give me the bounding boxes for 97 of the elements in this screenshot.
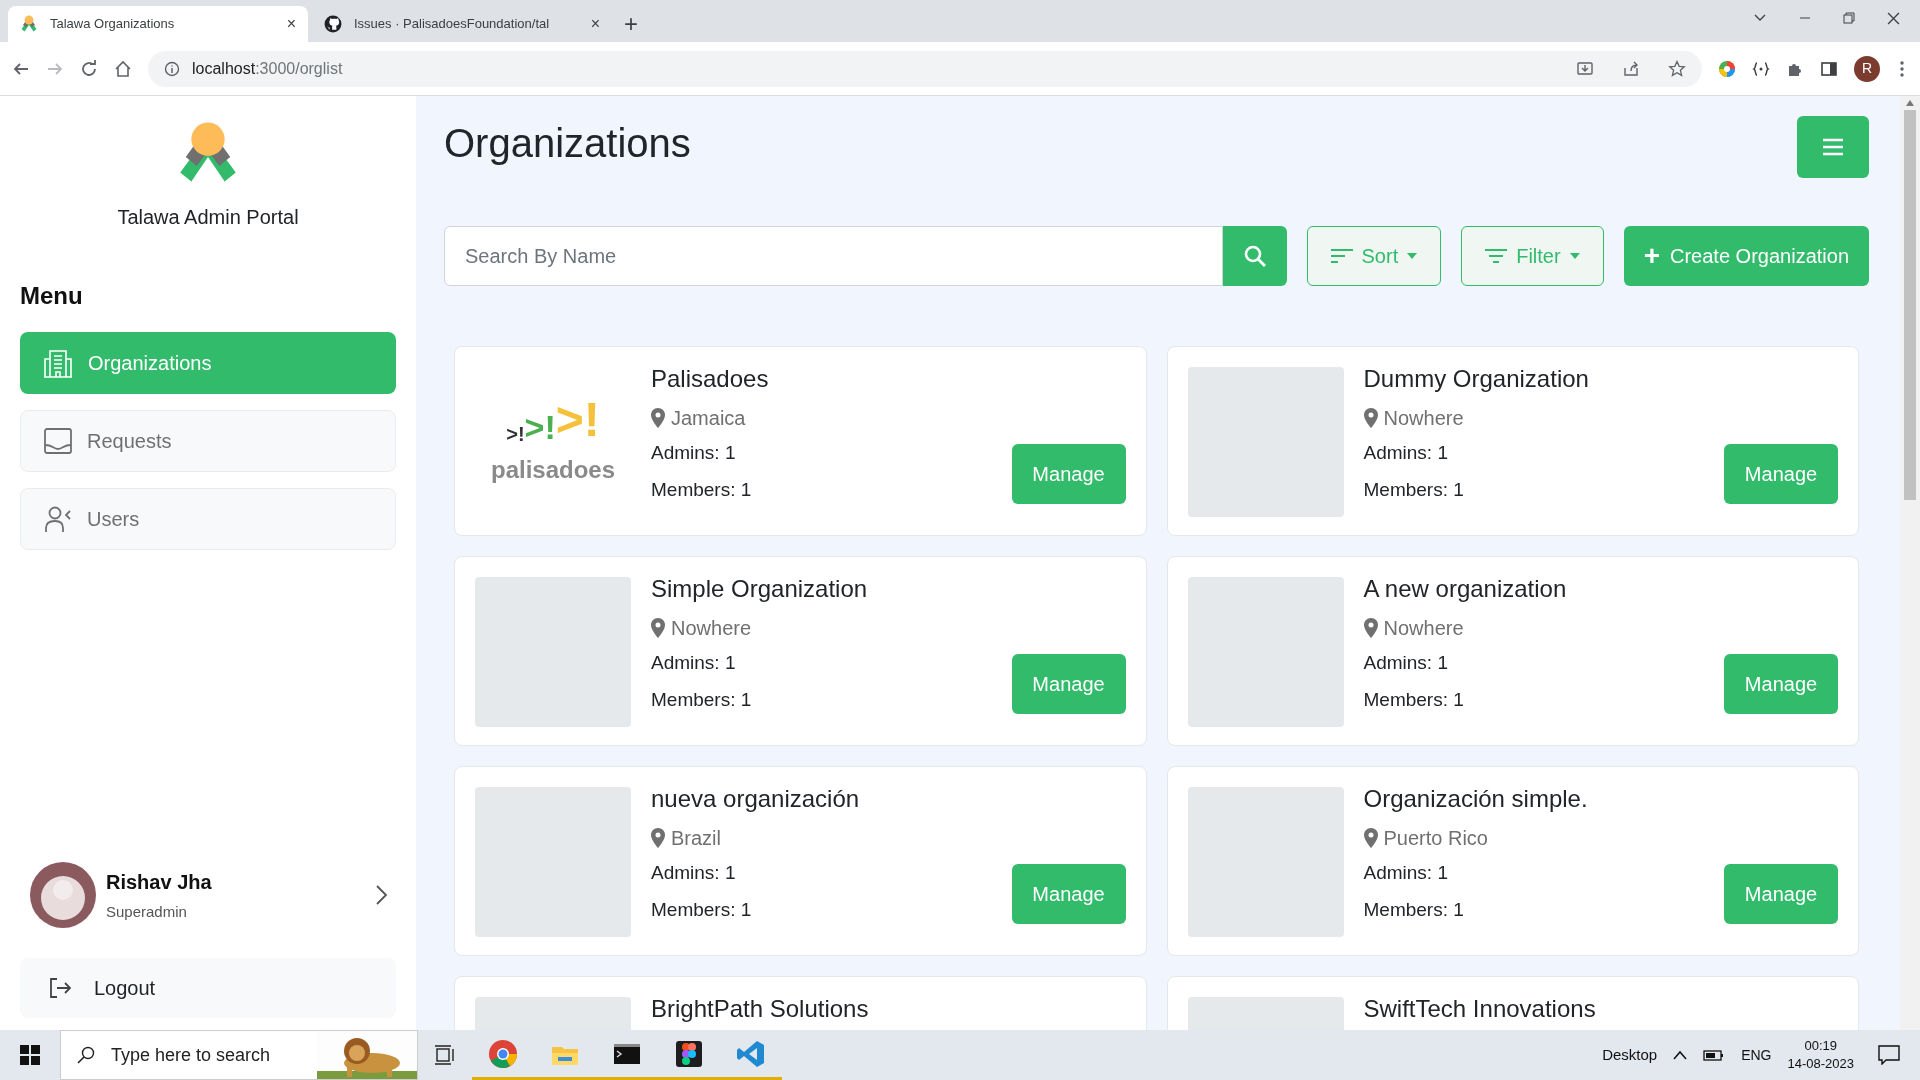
clock-time[interactable]: 00:19 (1804, 1037, 1837, 1055)
location-pin-icon (1363, 408, 1378, 428)
location-pin-icon (651, 408, 665, 428)
caret-icon (1568, 252, 1581, 260)
search-field[interactable]: Search By Name (444, 226, 1223, 286)
search-placeholder: Type here to search (111, 1043, 271, 1067)
address-field[interactable]: localhost:3000/orglist (148, 50, 1702, 87)
share-icon[interactable] (1622, 59, 1640, 78)
menu-item[interactable]: Requests (20, 410, 396, 472)
menu-heading: Menu (20, 281, 84, 311)
logout-button[interactable]: Logout (20, 958, 396, 1018)
info-icon (164, 60, 180, 77)
sort-icon (1329, 247, 1354, 265)
chevron-up-icon[interactable] (1673, 1050, 1688, 1060)
building-icon (42, 347, 74, 379)
admins-count: Admins: 1 (651, 441, 737, 465)
admins-count: Admins: 1 (1363, 441, 1449, 465)
logout-icon (48, 976, 72, 1000)
close-icon[interactable]: × (286, 12, 296, 36)
organization-name: BrightPath Solutions (651, 995, 870, 1023)
more-icon[interactable] (1900, 60, 1904, 77)
url-text: localhost:3000/orglist (192, 58, 343, 79)
tab-title: Issues · PalisadoesFoundation/tal (354, 15, 551, 34)
scrollbar[interactable] (1900, 96, 1920, 1030)
logo-mark: >!>!>! (506, 396, 600, 444)
admins-count: Admins: 1 (1363, 861, 1449, 885)
task-view-icon[interactable] (434, 1045, 456, 1065)
organization-name: SwiftTech Innovations (1363, 995, 1597, 1023)
chevron-right-icon[interactable] (374, 884, 390, 906)
location-pin-icon (1363, 828, 1378, 848)
caret-icon (1406, 252, 1419, 260)
new-tab-icon[interactable]: + (616, 6, 646, 42)
app-logo-icon (20, 15, 38, 33)
location-text: Brazil (671, 826, 721, 851)
location-pin-icon (1363, 618, 1378, 638)
organization-name: Dummy Organization (1363, 365, 1590, 393)
user-name: Rishav Jha (106, 869, 213, 895)
battery-icon[interactable] (1703, 1048, 1726, 1062)
search-icon (1242, 244, 1267, 268)
brand-name: Talawa Admin Portal (117, 205, 299, 230)
user-role: Superadmin (106, 901, 188, 922)
menu-item[interactable]: Users (20, 488, 396, 550)
inbox-icon (43, 426, 73, 456)
organization-name: A new organization (1363, 575, 1568, 603)
color-wheel-icon[interactable] (1718, 59, 1736, 78)
location-text: Nowhere (1383, 406, 1464, 431)
chrome-icon (488, 1038, 518, 1069)
github-icon (324, 15, 342, 33)
search-icon (77, 1046, 95, 1064)
windows-start-icon[interactable] (20, 1045, 40, 1065)
browser-tab[interactable]: Issues · PalisadoesFoundation/tal × (312, 6, 612, 42)
language-indicator[interactable]: ENG (1741, 1044, 1772, 1066)
plus-icon: + (1643, 242, 1660, 270)
vscode-icon (736, 1038, 766, 1069)
install-icon[interactable] (1576, 59, 1594, 78)
members-count: Members: 1 (1363, 477, 1464, 502)
tab-title: Talawa Organizations (50, 15, 176, 34)
scroll-up-icon[interactable] (1906, 100, 1914, 106)
user-icon (43, 504, 73, 534)
menu-icon (1821, 137, 1845, 157)
filter-icon (1484, 247, 1509, 265)
browser-tab[interactable]: Talawa Organizations × (8, 6, 308, 42)
location-text: Puerto Rico (1383, 826, 1488, 851)
location-pin-icon (651, 618, 665, 638)
location-text: Nowhere (671, 616, 752, 641)
members-count: Members: 1 (651, 687, 752, 712)
desktop-toolbar[interactable]: Desktop (1602, 1043, 1658, 1067)
side-panel-icon[interactable] (1820, 59, 1838, 78)
figma-icon (674, 1038, 704, 1069)
home-icon[interactable] (114, 59, 132, 78)
notification-icon[interactable] (1878, 1045, 1900, 1065)
braces-icon[interactable] (1752, 59, 1770, 78)
members-count: Members: 1 (1363, 687, 1464, 712)
organization-name: Simple Organization (651, 575, 869, 603)
avatar (30, 862, 96, 928)
location-text: Jamaica (671, 406, 746, 431)
admins-count: Admins: 1 (1363, 651, 1449, 675)
page-title: Organizations (444, 120, 691, 167)
location-pin-icon (651, 828, 665, 848)
close-icon[interactable]: × (590, 12, 600, 36)
members-count: Members: 1 (1363, 897, 1464, 922)
members-count: Members: 1 (651, 477, 752, 502)
taskbar-search-field[interactable]: Type here to search (60, 1030, 418, 1080)
organization-name: nueva organización (651, 785, 861, 813)
admins-count: Admins: 1 (651, 861, 737, 885)
profile-avatar[interactable]: R (1854, 55, 1880, 82)
clock-date[interactable]: 14-08-2023 (1787, 1055, 1854, 1073)
organization-name: Organización simple. (1363, 785, 1589, 813)
admins-count: Admins: 1 (651, 651, 737, 675)
restore-icon[interactable] (1843, 12, 1855, 24)
members-count: Members: 1 (651, 897, 752, 922)
star-icon[interactable] (1668, 59, 1686, 78)
reload-icon[interactable] (80, 59, 98, 78)
location-text: Nowhere (1383, 616, 1464, 641)
logo-name: palisadoes (490, 455, 616, 485)
organization-name: Palisadoes (651, 365, 770, 393)
close-icon[interactable] (1887, 11, 1900, 25)
